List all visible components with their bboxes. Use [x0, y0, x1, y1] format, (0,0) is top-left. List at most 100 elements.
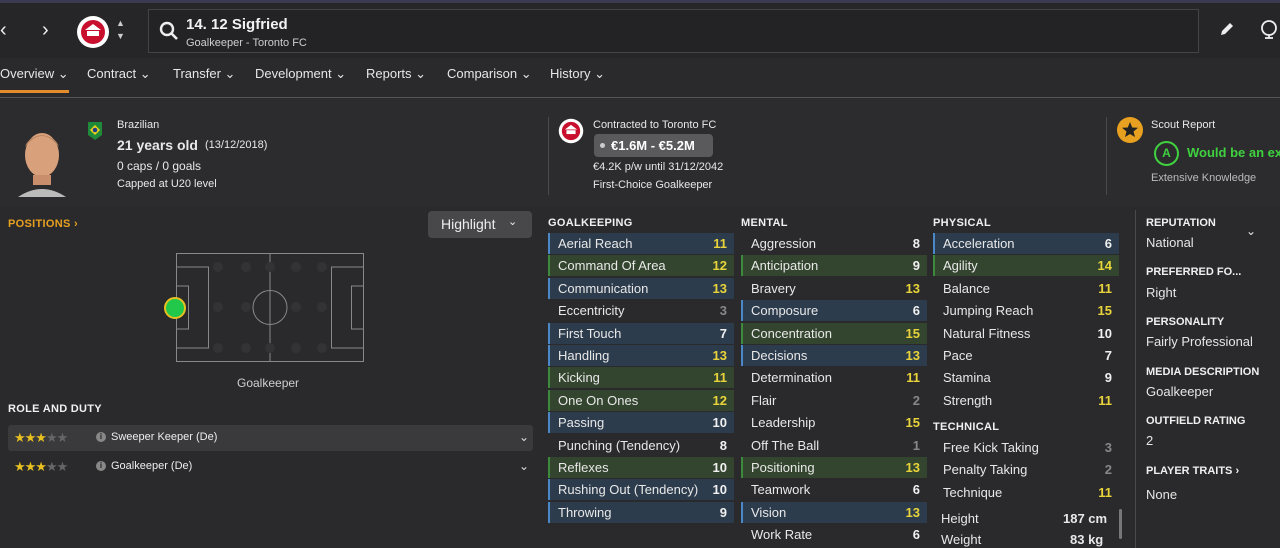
chevron-down-icon[interactable]: ⌄: [1246, 224, 1256, 238]
attribute-value: 13: [712, 348, 727, 363]
divider: [1106, 117, 1107, 195]
forward-arrow-icon[interactable]: ›: [42, 19, 49, 42]
role-duty-title: ROLE AND DUTY: [8, 403, 102, 415]
player-cycle-arrows-icon[interactable]: ▲ ▼: [116, 17, 125, 43]
tab-overview[interactable]: Overview ⌄: [0, 66, 69, 93]
media-description-value: Goalkeeper: [1146, 384, 1214, 399]
attribute-row[interactable]: Kicking 11: [548, 367, 734, 389]
attribute-row[interactable]: One On Ones 12: [548, 389, 734, 411]
attribute-row[interactable]: Composure 6: [741, 300, 927, 322]
role-rating-stars: ★★★★★: [14, 459, 68, 474]
attribute-value: 11: [1098, 280, 1112, 296]
positions-title[interactable]: POSITIONS ›: [8, 218, 78, 230]
player-age: 21 years old: [117, 137, 198, 153]
attribute-name: First Touch: [558, 325, 622, 341]
tab-history[interactable]: History ⌄: [550, 66, 605, 82]
personality-title: PERSONALITY: [1146, 316, 1225, 328]
back-arrow-icon[interactable]: ‹: [0, 19, 7, 42]
nationality: Brazilian: [117, 119, 160, 131]
goalkeeping-title: GOALKEEPING: [548, 217, 633, 229]
tab-reports[interactable]: Reports ⌄: [366, 66, 426, 82]
attribute-row[interactable]: Rushing Out (Tendency) 10: [548, 479, 734, 501]
attribute-name: One On Ones: [558, 392, 639, 408]
attribute-name: Anticipation: [751, 258, 819, 274]
attribute-row[interactable]: Flair 2: [741, 390, 927, 411]
scrollbar[interactable]: [1119, 509, 1122, 539]
attribute-row[interactable]: Eccentricity 3: [548, 300, 734, 321]
chevron-down-icon[interactable]: ⌄: [519, 430, 529, 444]
tab-comparison[interactable]: Comparison ⌄: [447, 66, 532, 82]
preferred-foot-title: PREFERRED FO...: [1146, 266, 1242, 278]
attribute-row[interactable]: Stamina 9: [933, 367, 1119, 388]
technical-title: TECHNICAL: [933, 421, 1000, 433]
attribute-row[interactable]: Penalty Taking 2: [933, 459, 1119, 480]
attribute-row[interactable]: Command Of Area 12: [548, 255, 734, 277]
attribute-row[interactable]: Passing 10: [548, 412, 734, 434]
player-traits-title[interactable]: PLAYER TRAITS ›: [1146, 465, 1239, 477]
attribute-name: Balance: [943, 280, 990, 296]
scout-report-title[interactable]: Scout Report: [1151, 119, 1215, 131]
player-search-bar[interactable]: 14. 12 Sigfried Goalkeeper - Toronto FC: [148, 9, 1199, 53]
attribute-row[interactable]: Jumping Reach 15: [933, 300, 1119, 321]
attribute-row[interactable]: First Touch 7: [548, 322, 734, 344]
attribute-row[interactable]: Off The Ball 1: [741, 435, 927, 456]
club-crest-icon: [77, 16, 109, 48]
attribute-name: Teamwork: [751, 482, 811, 498]
attribute-row[interactable]: Decisions 13: [741, 345, 927, 366]
role-row-sweeper-keeper[interactable]: ★★★★★ i Sweeper Keeper (De) ⌄: [8, 425, 533, 451]
attribute-name: Command Of Area: [558, 258, 666, 274]
globe-icon[interactable]: [1259, 19, 1279, 39]
attribute-row[interactable]: Strength 11: [933, 390, 1119, 411]
attribute-value: 7: [1104, 348, 1112, 363]
attribute-row[interactable]: Aerial Reach 11: [548, 233, 734, 254]
attribute-name: Concentration: [751, 325, 832, 341]
attribute-row[interactable]: Agility 14: [933, 255, 1119, 277]
attribute-row[interactable]: Leadership 15: [741, 412, 927, 433]
tab-contract[interactable]: Contract ⌄: [87, 66, 151, 82]
attribute-value: 11: [906, 370, 920, 386]
chevron-down-icon[interactable]: ⌄: [519, 459, 529, 473]
attribute-row[interactable]: Communication 13: [548, 277, 734, 299]
attribute-name: Communication: [558, 280, 649, 296]
attribute-row[interactable]: Aggression 8: [741, 233, 927, 254]
attribute-row[interactable]: Vision 13: [741, 501, 927, 523]
attribute-row[interactable]: Balance 11: [933, 278, 1119, 299]
transfer-value-badge[interactable]: €1.6M - €5.2M: [594, 134, 713, 157]
tab-development[interactable]: Development ⌄: [255, 66, 346, 82]
attribute-row[interactable]: Punching (Tendency) 8: [548, 435, 734, 456]
attribute-row[interactable]: Pace 7: [933, 345, 1119, 366]
info-icon[interactable]: i: [96, 461, 106, 471]
attribute-value: 10: [712, 460, 727, 475]
mental-title: MENTAL: [741, 217, 788, 229]
attribute-value: 8: [912, 236, 920, 251]
attribute-row[interactable]: Free Kick Taking 3: [933, 437, 1119, 458]
attribute-row[interactable]: Natural Fitness 10: [933, 323, 1119, 344]
attribute-name: Agility: [943, 258, 978, 274]
edit-pencil-icon[interactable]: [1219, 21, 1235, 37]
attribute-name: Composure: [751, 303, 819, 319]
attribute-row[interactable]: Concentration 15: [741, 322, 927, 344]
attribute-row[interactable]: Handling 13: [548, 345, 734, 366]
attribute-row[interactable]: Throwing 9: [548, 501, 734, 523]
wage-info: €4.2K p/w until 31/12/2042: [593, 161, 724, 173]
attribute-value: 3: [719, 303, 727, 319]
attribute-value: 10: [712, 482, 727, 498]
attribute-row[interactable]: Positioning 13: [741, 457, 927, 478]
attribute-row[interactable]: Anticipation 9: [741, 255, 927, 277]
attribute-row[interactable]: Teamwork 6: [741, 479, 927, 500]
attribute-row[interactable]: Acceleration 6: [933, 233, 1119, 254]
role-rating-stars: ★★★★★: [14, 430, 68, 445]
divider: [1135, 210, 1136, 548]
highlight-dropdown[interactable]: Highlight ⌄: [428, 211, 532, 238]
role-row-goalkeeper[interactable]: ★★★★★ i Goalkeeper (De) ⌄: [8, 454, 533, 480]
tab-transfer[interactable]: Transfer ⌄: [173, 66, 235, 82]
preferred-foot-value: Right: [1146, 285, 1177, 300]
attribute-row[interactable]: Technique 11: [933, 482, 1119, 503]
info-icon[interactable]: i: [96, 432, 106, 442]
attribute-row[interactable]: Bravery 13: [741, 278, 927, 299]
attribute-row[interactable]: Work Rate 6: [741, 524, 927, 545]
attribute-row[interactable]: Reflexes 10: [548, 457, 734, 478]
attribute-value: 9: [1104, 370, 1112, 386]
attribute-row[interactable]: Determination 11: [741, 367, 927, 388]
divider: [548, 117, 549, 195]
